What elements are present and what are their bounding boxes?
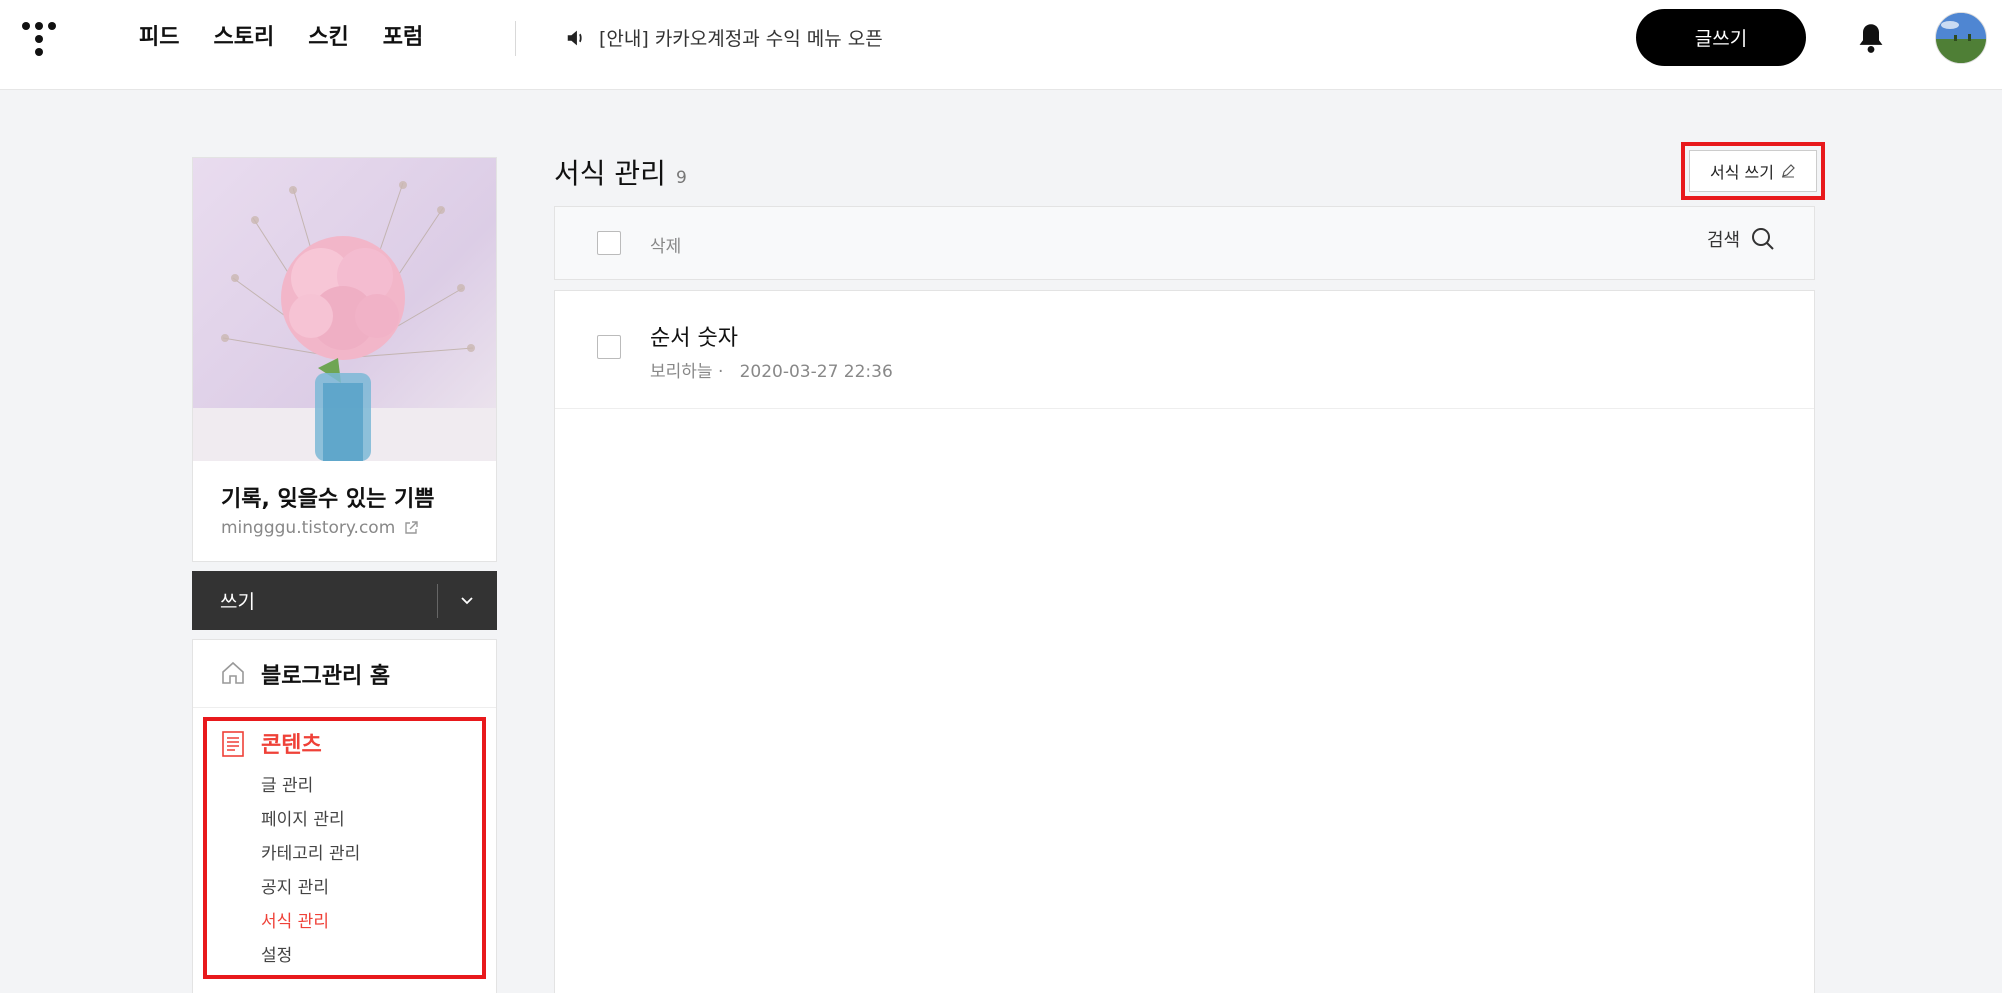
notice-banner[interactable]: [안내] 카카오계정과 수익 메뉴 오픈 xyxy=(565,24,883,51)
delete-button[interactable]: 삭제 xyxy=(650,232,681,257)
nav-feed[interactable]: 피드 xyxy=(139,22,179,54)
template-date: 2020-03-27 22:36 xyxy=(739,362,893,382)
content-submenu: 글 관리 페이지 관리 카테고리 관리 공지 관리 서식 관리 설정 xyxy=(261,769,360,973)
add-template-highlight: 서식 쓰기 xyxy=(1681,142,1825,200)
add-template-button[interactable]: 서식 쓰기 xyxy=(1689,150,1817,192)
sidebar-item-page-manage[interactable]: 페이지 관리 xyxy=(261,803,360,837)
write-divider xyxy=(437,584,438,618)
template-meta: 보리하늘 · 2020-03-27 22:36 xyxy=(650,357,893,382)
sidebar-item-post-manage[interactable]: 글 관리 xyxy=(261,769,360,803)
search-label: 검색 xyxy=(1707,230,1741,251)
blog-cover-image[interactable] xyxy=(193,158,496,461)
sidebar-write-label: 쓰기 xyxy=(220,591,255,613)
sidebar-item-settings[interactable]: 설정 xyxy=(261,939,360,973)
blog-profile-card: 기록, 잊을수 있는 기쁨 mingggu.tistory.com xyxy=(192,157,497,562)
external-link-icon xyxy=(405,521,418,534)
meta-separator: · xyxy=(717,362,735,382)
blog-title[interactable]: 기록, 잊을수 있는 기쁨 xyxy=(221,481,435,513)
nav-divider xyxy=(515,21,516,56)
template-author: 보리하늘 xyxy=(650,362,713,382)
write-post-button[interactable]: 글쓰기 xyxy=(1636,9,1806,66)
sidebar-item-template-manage[interactable]: 서식 관리 xyxy=(261,905,360,939)
sidebar-item-blog-home[interactable]: 블로그관리 홈 xyxy=(193,640,496,708)
speaker-icon xyxy=(567,30,582,45)
list-toolbar: 삭제 검색 xyxy=(554,206,1815,280)
sidebar-item-notice-manage[interactable]: 공지 관리 xyxy=(261,871,360,905)
sidebar-menu: 블로그관리 홈 콘텐츠 글 관리 페이지 관리 카테고리 관리 공지 관리 서식… xyxy=(192,639,497,993)
list-item: 순서 숫자 보리하늘 · 2020-03-27 22:36 xyxy=(555,291,1814,409)
notice-text: [안내] 카카오계정과 수익 메뉴 오픈 xyxy=(599,28,883,50)
add-template-label: 서식 쓰기 xyxy=(1710,163,1774,182)
select-all-checkbox[interactable] xyxy=(597,231,621,255)
pencil-icon xyxy=(1781,164,1795,178)
home-icon xyxy=(222,661,244,684)
avatar[interactable] xyxy=(1935,12,1987,64)
template-count: 9 xyxy=(675,168,687,188)
nav-forum[interactable]: 포럼 xyxy=(383,22,423,54)
bell-icon[interactable] xyxy=(1857,22,1885,54)
nav-skin[interactable]: 스킨 xyxy=(308,22,348,54)
sidebar-content-label[interactable]: 콘텐츠 xyxy=(261,727,322,759)
search-icon xyxy=(1752,228,1774,250)
sidebar-item-category-manage[interactable]: 카테고리 관리 xyxy=(261,837,360,871)
search-button[interactable]: 검색 xyxy=(1707,226,1776,252)
sidebar-write-button[interactable]: 쓰기 xyxy=(192,571,497,630)
template-list: 순서 숫자 보리하늘 · 2020-03-27 22:36 xyxy=(554,290,1815,993)
row-checkbox[interactable] xyxy=(597,335,621,359)
chevron-down-icon[interactable] xyxy=(454,587,480,613)
template-title[interactable]: 순서 숫자 xyxy=(650,320,738,352)
nav-story[interactable]: 스토리 xyxy=(213,22,274,54)
top-navigation-bar: 피드 스토리 스킨 포럼 [안내] 카카오계정과 수익 메뉴 오픈 글쓰기 xyxy=(0,0,2002,90)
page-title-text: 서식 관리 xyxy=(554,157,666,190)
blog-url-link[interactable]: mingggu.tistory.com xyxy=(221,518,419,538)
sidebar-section-content: 콘텐츠 글 관리 페이지 관리 카테고리 관리 공지 관리 서식 관리 설정 xyxy=(203,717,486,979)
page-title: 서식 관리 9 xyxy=(554,152,687,192)
blog-url-text: mingggu.tistory.com xyxy=(221,518,396,538)
global-nav: 피드 스토리 스킨 포럼 xyxy=(139,22,457,54)
sidebar-home-label: 블로그관리 홈 xyxy=(261,664,391,689)
document-icon xyxy=(222,731,244,757)
tistory-logo-icon[interactable] xyxy=(20,20,58,58)
